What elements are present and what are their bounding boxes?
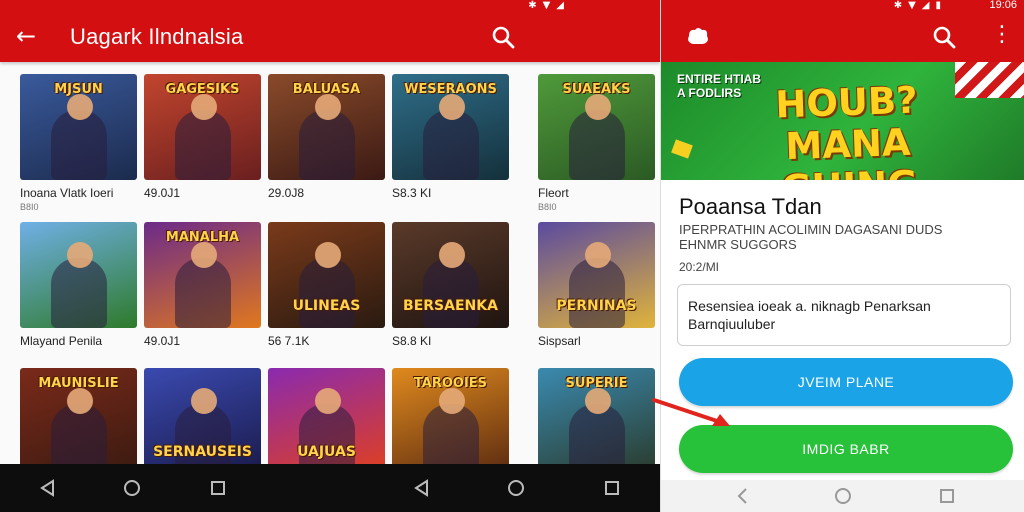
pointer-arrow-icon (652, 398, 730, 426)
game-tile[interactable]: SUPERIE (538, 368, 655, 474)
game-tile[interactable]: BALUASA (268, 74, 385, 180)
game-art-title: WESERAONS (404, 82, 497, 97)
home-circle-icon[interactable] (831, 484, 855, 508)
game-art-title: BALUASA (292, 82, 361, 97)
app-bar-title: Uagark Ilndnalsia (70, 24, 244, 49)
promo-banner[interactable]: ENTIRE HTIAB A FODLIRS HOUB? MANA GHING (661, 62, 1024, 180)
game-subtitle: B8I0 (20, 202, 39, 212)
status-bar: ✱▼◢ (0, 0, 660, 12)
recents-square-icon[interactable] (935, 484, 959, 508)
search-icon[interactable] (490, 24, 516, 50)
app-size: 20:2/MI (679, 260, 720, 274)
game-tile[interactable] (20, 222, 137, 328)
banner-headline: HOUB? MANA GHING (774, 78, 919, 180)
app-title: Poaansa Tdan (679, 194, 822, 219)
game-title: Sispsarl (538, 334, 581, 348)
game-tile[interactable]: TAROOIES (392, 368, 509, 474)
status-bar: ✱▼◢▮ 19:06 (661, 0, 1024, 12)
game-art-title: GAGESIKS (165, 82, 240, 97)
game-art-title: MJSUN (54, 82, 103, 97)
game-art-title: MAUNISLIE (38, 376, 119, 391)
more-vert-icon[interactable]: ⋮ (991, 24, 1013, 50)
game-character-art (422, 94, 479, 180)
game-subtitle: B8I0 (538, 202, 557, 212)
game-art-title: SERNAUSEIS (153, 444, 252, 460)
game-character-art (568, 94, 625, 180)
screenshot: ✱▼◢ ← Uagark Ilndnalsia MJSUN Inoana Vlat… (0, 0, 1024, 512)
game-tile[interactable]: UAJUAS (268, 368, 385, 474)
game-tile[interactable]: PERNINAS (538, 222, 655, 328)
game-tile[interactable]: MJSUN (20, 74, 137, 180)
game-tile[interactable]: WESERAONS (392, 74, 509, 180)
app-meta: IPERPRATHIN ACOLIMIN DAGASANI DUDS EHNMR… (679, 222, 943, 252)
recents-square-icon[interactable] (206, 476, 230, 500)
system-nav-bar (0, 464, 660, 512)
app-logo-icon[interactable] (685, 26, 711, 48)
game-character-art (50, 242, 107, 328)
game-list-screen: ✱▼◢ ← Uagark Ilndnalsia MJSUN Inoana Vlat… (0, 0, 660, 512)
status-time: 19:06 (989, 0, 1017, 11)
game-character-art (422, 242, 479, 328)
game-art-title: PERNINAS (556, 298, 637, 314)
game-art-title: UAJUAS (297, 444, 356, 460)
game-title: Fleort (538, 186, 569, 200)
game-art-title: TAROOIES (413, 376, 488, 391)
game-tile[interactable]: SERNAUSEIS (144, 368, 261, 474)
status-icons: ✱▼◢▮ (893, 0, 947, 11)
game-art-title: SUAEAKS (562, 82, 631, 97)
game-title: 49.0J1 (144, 186, 181, 200)
game-title: 49.0J1 (144, 334, 181, 348)
install-button[interactable]: IMDIG BABR (679, 425, 1013, 473)
game-character-art (568, 242, 625, 328)
app-bar: ← Uagark Ilndnalsia (0, 12, 660, 62)
status-icons: ✱▼◢ (528, 0, 570, 11)
app-detail-screen: ✱▼◢▮ 19:06 ⋮ ENTIRE HTIAB A FODLIRS HOUB… (660, 0, 1024, 512)
back-chevron-icon[interactable] (731, 484, 755, 508)
game-title: S8.8 KI (392, 334, 432, 348)
system-nav-bar (661, 480, 1024, 512)
back-arrow-icon[interactable]: ← (16, 22, 44, 50)
game-tile[interactable]: SUAEAKS (538, 74, 655, 180)
game-character-art (50, 94, 107, 180)
game-character-art (174, 94, 231, 180)
home-circle-icon[interactable] (504, 476, 528, 500)
back-triangle-icon[interactable] (36, 476, 60, 500)
app-bar: ⋮ (661, 12, 1024, 62)
search-icon[interactable] (931, 24, 957, 50)
game-title: 29.0J8 (268, 186, 305, 200)
game-tile[interactable]: MANALHA (144, 222, 261, 328)
game-title: Mlayand Penila (20, 334, 103, 348)
game-art-title: BERSAENKA (403, 298, 498, 314)
game-title: S8.3 KI (392, 186, 432, 200)
home-circle-icon[interactable] (120, 476, 144, 500)
game-art-title: SUPERIE (565, 376, 628, 391)
game-title: 56 7.1K (268, 334, 310, 348)
back-triangle-icon[interactable] (410, 476, 434, 500)
banner-confetti-decoration (671, 139, 693, 159)
game-title: Inoana Vlatk Ioeri (20, 186, 114, 200)
recents-square-icon[interactable] (600, 476, 624, 500)
game-tile[interactable]: MAUNISLIE (20, 368, 137, 474)
game-character-art (298, 242, 355, 328)
app-description-box: Resensiea ioeak a. niknagb Penarksan Bar… (677, 284, 1011, 346)
game-art-title: ULINEAS (292, 298, 361, 314)
game-tile[interactable]: GAGESIKS (144, 74, 261, 180)
game-art-title: MANALHA (165, 230, 240, 245)
game-tile[interactable]: BERSAENKA (392, 222, 509, 328)
game-tile[interactable]: ULINEAS (268, 222, 385, 328)
game-character-art (174, 242, 231, 328)
game-character-art (298, 94, 355, 180)
